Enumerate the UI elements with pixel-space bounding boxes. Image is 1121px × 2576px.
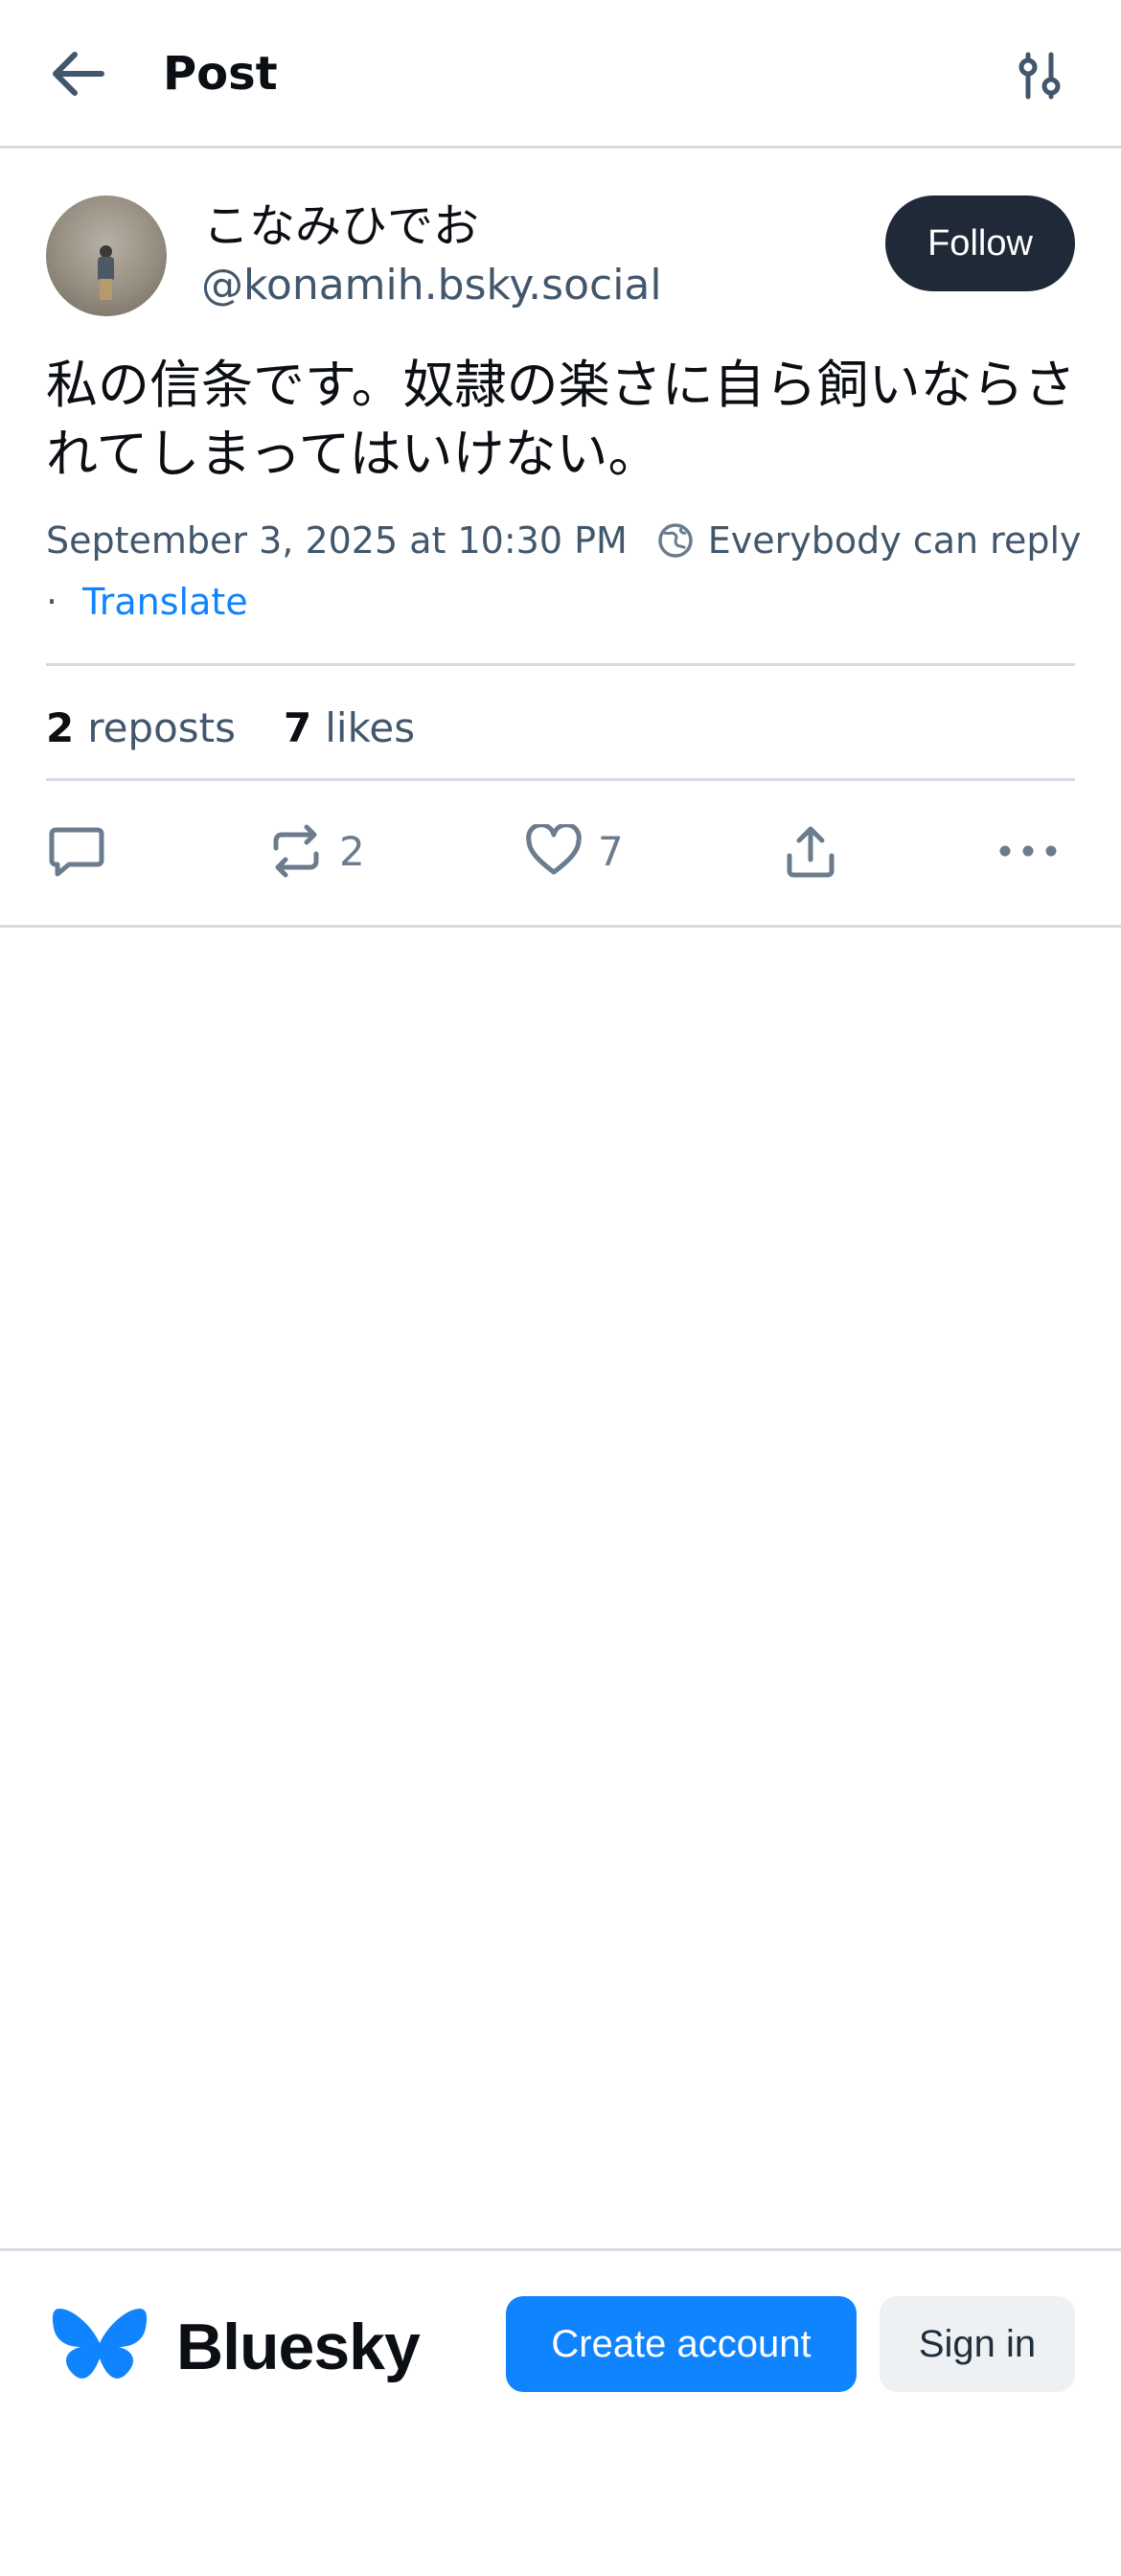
follow-button[interactable]: Follow: [885, 196, 1075, 291]
app-root: Post こなみひでお @konamih.bsky.social Follow …: [0, 0, 1121, 2576]
likes-label: likes: [325, 703, 416, 751]
repost-count: 2: [339, 827, 365, 875]
back-button[interactable]: [48, 40, 125, 107]
post-meta-translate: · Translate: [46, 575, 248, 629]
reply-button[interactable]: [48, 803, 105, 899]
post-text: 私の信条です。奴隷の楽さに自ら飼いならされてしまってはいけない。: [46, 355, 1076, 484]
post-timestamp: September 3, 2025 at 10:30 PM: [46, 519, 628, 562]
create-account-button[interactable]: Create account: [506, 2296, 857, 2392]
butterfly-logo-icon: [52, 2309, 148, 2379]
post-actions: 2 7: [0, 803, 1121, 899]
author-handle[interactable]: @konamih.bsky.social: [201, 259, 662, 312]
reply-setting-label: Everybody can reply: [707, 519, 1082, 562]
likes-stat[interactable]: 7 likes: [284, 704, 415, 751]
more-options-button[interactable]: [996, 803, 1060, 899]
heart-icon: [526, 824, 582, 875]
post-thread-item: こなみひでお @konamih.bsky.social Follow 私の信条で…: [0, 151, 1121, 928]
like-count: 7: [598, 827, 624, 875]
logged-out-footer: Bluesky Create account Sign in: [0, 2248, 1121, 2576]
comment-icon: [49, 827, 104, 877]
reply-setting[interactable]: Everybody can reply: [656, 519, 1082, 562]
brand-wordmark: Bluesky: [176, 2311, 421, 2383]
avatar-figure-legs: [100, 279, 112, 300]
reposts-label: reposts: [87, 703, 237, 751]
like-button[interactable]: 7: [525, 803, 624, 899]
divider: [46, 778, 1075, 781]
avatar[interactable]: [46, 196, 167, 316]
reposts-stat[interactable]: 2 reposts: [46, 704, 236, 751]
globe-icon: [658, 523, 693, 558]
post-stats: 2 reposts 7 likes: [46, 694, 463, 761]
more-horizontal-icon: [999, 845, 1057, 857]
meta-separator: ·: [46, 581, 58, 623]
repost-icon: [273, 824, 319, 878]
sign-in-button[interactable]: Sign in: [880, 2296, 1075, 2392]
sliders-icon: [1018, 52, 1061, 100]
bluesky-brand[interactable]: Bluesky: [52, 2299, 421, 2395]
top-bar: Post: [0, 0, 1121, 149]
share-icon: [787, 826, 835, 878]
share-button[interactable]: [784, 803, 837, 899]
reposts-count: 2: [46, 703, 75, 751]
repost-button[interactable]: 2: [268, 803, 365, 899]
avatar-figure-body: [98, 257, 114, 280]
arrow-left-icon: [53, 52, 104, 96]
divider: [46, 663, 1075, 666]
author-display-name[interactable]: こなみひでお: [203, 197, 479, 255]
likes-count: 7: [284, 703, 312, 751]
thread-settings-button[interactable]: [1006, 42, 1073, 109]
page-title: Post: [163, 47, 278, 101]
translate-link[interactable]: Translate: [82, 581, 248, 623]
post-meta: September 3, 2025 at 10:30 PM Everybody …: [46, 514, 1082, 567]
